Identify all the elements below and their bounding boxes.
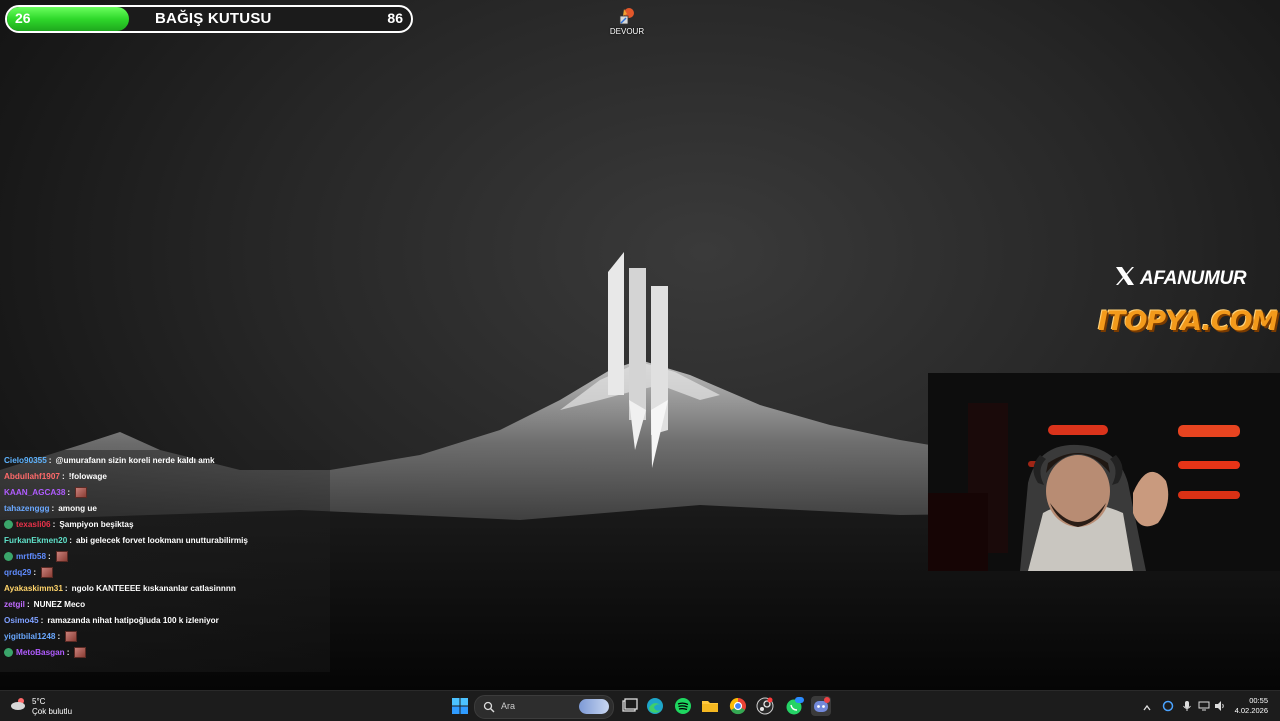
discord-icon[interactable] [811,696,831,716]
clock-time: 00:55 [1249,696,1268,705]
chat-username[interactable]: Cielo90355 [4,456,47,465]
chat-message: Ayakaskimm31 : ngolo KANTEEEE kıskananlar… [4,581,236,595]
chat-message: MetoBasgan : [4,645,87,659]
chat-separator: : [57,631,61,641]
taskbar-clock[interactable]: 00:55 4.02.2026 [1235,696,1268,716]
chevron-up-icon[interactable] [1142,700,1152,718]
chat-message: KAAN_AGCA38 : [4,485,88,499]
donation-title: BAĞIŞ KUTUSU [155,10,272,27]
chat-badge-icon [4,551,13,561]
clock-date: 4.02.2026 [1234,706,1268,715]
taskbar-search-box[interactable]: Ara [474,695,614,719]
chat-message: Osimo45 : ramazanda nihat hatipoğluda 100… [4,613,219,627]
chat-separator: : [40,615,44,625]
chat-separator: : [48,551,51,561]
social-x-handle: AFANUMUR [1114,265,1247,292]
search-placeholder: Ara [501,701,516,711]
chat-username[interactable]: FurkanEkmen20 [4,536,67,545]
chat-message-text: @umurafann sizin koreli nerde kaldı amk [55,455,215,465]
chat-emote-icon [74,646,87,658]
chat-message-text: among ue [58,503,97,513]
donation-progress-bar: 26 BAĞIŞ KUTUSU 86 [5,5,413,33]
chat-message-text: NUNEZ Meco [33,599,86,609]
donation-current-amount: 26 [15,10,31,26]
chat-username[interactable]: MetoBasgan [16,648,65,657]
chat-emote-icon [55,550,68,562]
spotify-icon[interactable] [673,696,693,716]
chat-message: yigitbilal1248 : [4,629,78,643]
devour-game-icon [617,6,637,26]
sync-app-icon[interactable] [1162,699,1174,717]
chat-message-text: ngolo KANTEEEE kıskananlar catlasinnnn [71,583,236,593]
chat-message: zetgil : NUNEZ Meco [4,597,85,611]
chat-message-text: ramazanda nihat hatipoğluda 100 k izleni… [47,615,219,625]
chrome-icon[interactable] [728,696,748,716]
chat-message: FurkanEkmen20 : abi gelecek forvet lookma… [4,533,248,547]
desktop-icon-label: DEVOUR [609,27,645,36]
task-view-icon[interactable] [619,696,639,716]
steam-icon[interactable] [755,696,775,716]
chat-username[interactable]: tahazenggg [4,504,50,513]
chat-separator: : [66,647,70,657]
desktop-icon-devour[interactable]: DEVOUR [607,6,647,36]
chat-username[interactable]: Osimo45 [4,616,39,625]
windows-start-icon[interactable] [450,696,470,716]
whatsapp-icon[interactable] [784,696,804,716]
chat-username[interactable]: mrtfb58 [16,552,46,561]
chat-message: Cielo90355 : @umurafann sizin koreli nerd… [4,453,215,467]
webcam-feed [928,373,1280,571]
chat-separator: : [33,567,37,577]
sponsor-logo: ITOPYA.COM [1098,306,1278,337]
microphone-icon[interactable] [1182,699,1192,717]
chat-message: texasli06 : Şampiyon beşiktaş [4,517,134,531]
chat-separator: : [26,599,30,609]
donation-goal-amount: 86 [387,10,403,26]
file-explorer-icon[interactable] [700,696,720,716]
chat-emote-icon [75,486,88,498]
chat-message-text: Şampiyon beşiktaş [59,519,134,529]
chat-message: qrdq29 : [4,565,54,579]
chat-separator: : [51,503,55,513]
chat-message: tahazenggg : among ue [4,501,97,515]
taskbar: 5°C Çok bulutlu Ara 00:55 4.02.2026 [0,690,1280,721]
chat-emote-icon [41,566,54,578]
chat-username[interactable]: zetgil [4,600,25,609]
chat-username[interactable]: Abdullahf1907 [4,472,60,481]
stream-chat: Cielo90355 : @umurafann sizin koreli nerd… [0,450,330,672]
chat-emote-icon [65,630,78,642]
chat-separator: : [52,519,56,529]
weather-condition: Çok bulutlu [32,706,73,716]
volume-icon[interactable] [1214,699,1226,717]
edge-icon[interactable] [645,696,665,716]
cloudy-weather-icon [10,696,28,717]
chat-username[interactable]: KAAN_AGCA38 [4,488,65,497]
chat-username[interactable]: yigitbilal1248 [4,632,55,641]
network-icon[interactable] [1198,699,1210,717]
chat-separator: : [64,583,68,593]
chat-separator: : [67,487,71,497]
chat-badge-icon [4,519,13,529]
chat-message-text: abi gelecek forvet lookmanı unutturabili… [76,535,248,545]
chat-separator: : [69,535,72,545]
chat-message: Abdullahf1907 : !folowage [4,469,107,483]
chat-separator: : [61,471,65,481]
x-handle-text: AFANUMUR [1140,267,1247,289]
chat-message: mrtfb58 : [4,549,68,563]
weather-widget[interactable]: 5°C Çok bulutlu [10,696,72,717]
search-highlight-image [579,699,609,714]
chat-badge-icon [4,647,13,657]
chat-username[interactable]: texasli06 [16,520,51,529]
search-icon [483,700,495,718]
chat-username[interactable]: Ayakaskimm31 [4,584,63,593]
x-logo-icon [1114,265,1136,292]
wallpaper-logo [608,252,668,468]
chat-message-text: !folowage [68,471,107,481]
weather-temperature: 5°C [32,696,46,706]
chat-username[interactable]: qrdq29 [4,568,31,577]
chat-separator: : [48,455,52,465]
